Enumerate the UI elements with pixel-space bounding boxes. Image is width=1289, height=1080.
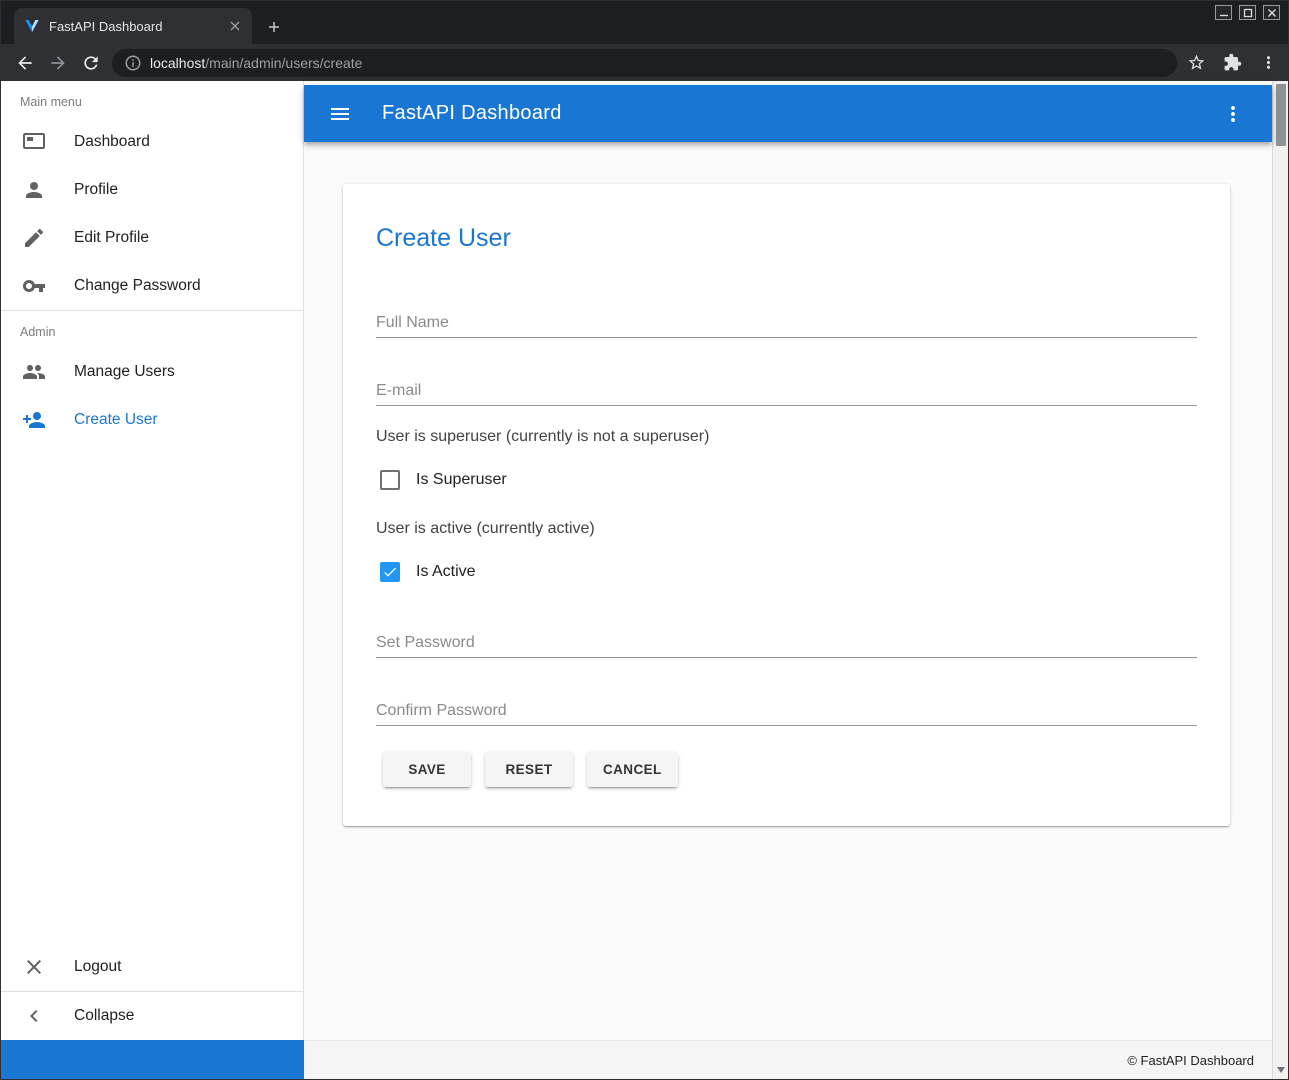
browser-titlebar: FastAPI Dashboard bbox=[0, 0, 1289, 44]
sidebar-item-label: Profile bbox=[74, 181, 118, 199]
scrollbar-down-arrow[interactable] bbox=[1277, 1067, 1285, 1073]
sidebar-item-logout[interactable]: Logout bbox=[0, 943, 303, 991]
maximize-button[interactable] bbox=[1239, 5, 1256, 20]
email-input[interactable] bbox=[376, 376, 1197, 406]
browser-menu-icon[interactable] bbox=[1253, 48, 1283, 78]
page-content: Create User User is superuser (currently… bbox=[304, 142, 1272, 1040]
forward-button[interactable] bbox=[43, 48, 73, 78]
create-user-card: Create User User is superuser (currently… bbox=[343, 184, 1230, 826]
extensions-icon[interactable] bbox=[1217, 48, 1247, 78]
sidebar-section-admin: Admin bbox=[0, 311, 303, 348]
sidebar-item-change-password[interactable]: Change Password bbox=[0, 262, 303, 310]
sidebar-item-edit-profile[interactable]: Edit Profile bbox=[0, 214, 303, 262]
superuser-hint: User is superuser (currently is not a su… bbox=[376, 428, 709, 446]
dashboard-icon bbox=[22, 130, 46, 154]
toolbar-right bbox=[1175, 44, 1283, 81]
close-button[interactable] bbox=[1263, 5, 1280, 20]
chevron-left-icon bbox=[22, 1004, 46, 1028]
scrollbar[interactable] bbox=[1272, 81, 1288, 1079]
people-icon bbox=[22, 360, 46, 384]
reset-button[interactable]: RESET bbox=[485, 752, 573, 787]
url-text: localhost/main/admin/users/create bbox=[150, 55, 362, 71]
page-title: Create User bbox=[376, 224, 511, 253]
sidebar-item-label: Collapse bbox=[74, 1007, 134, 1025]
superuser-checkbox-row: Is Superuser bbox=[380, 470, 507, 490]
cancel-button[interactable]: CANCEL bbox=[587, 752, 678, 787]
is-superuser-label: Is Superuser bbox=[416, 471, 507, 489]
set-password-input[interactable] bbox=[376, 628, 1197, 658]
url-host: localhost bbox=[150, 55, 205, 71]
app-menu-dots-icon[interactable] bbox=[1221, 102, 1245, 126]
sidebar-item-label: Create User bbox=[74, 411, 158, 429]
confirm-password-input[interactable] bbox=[376, 696, 1197, 726]
pencil-icon bbox=[22, 226, 46, 250]
person-add-icon bbox=[22, 408, 46, 432]
sidebar-item-label: Manage Users bbox=[74, 363, 175, 381]
sidebar-spacer bbox=[0, 444, 303, 943]
site-info-icon[interactable] bbox=[124, 54, 142, 72]
is-active-checkbox[interactable] bbox=[380, 562, 400, 582]
sidebar-item-dashboard[interactable]: Dashboard bbox=[0, 118, 303, 166]
sidebar-item-collapse[interactable]: Collapse bbox=[0, 992, 303, 1040]
save-button[interactable]: SAVE bbox=[383, 752, 471, 787]
main-viewport: FastAPI Dashboard Create User User is su… bbox=[304, 81, 1272, 1040]
new-tab-button[interactable] bbox=[262, 15, 286, 39]
sidebar: Main menu Dashboard Profile Edit Profile… bbox=[0, 81, 304, 1040]
minimize-button[interactable] bbox=[1215, 5, 1232, 20]
address-bar[interactable]: localhost/main/admin/users/create bbox=[112, 49, 1177, 77]
window-controls bbox=[1215, 5, 1280, 20]
app-bar-title: FastAPI Dashboard bbox=[382, 102, 562, 125]
is-superuser-checkbox[interactable] bbox=[380, 470, 400, 490]
footer-copyright: © FastAPI Dashboard bbox=[1127, 1053, 1254, 1068]
reload-button[interactable] bbox=[76, 48, 106, 78]
sidebar-section-main-menu: Main menu bbox=[0, 81, 303, 118]
tab-title: FastAPI Dashboard bbox=[49, 19, 226, 34]
browser-tab[interactable]: FastAPI Dashboard bbox=[14, 8, 252, 44]
back-button[interactable] bbox=[10, 48, 40, 78]
url-path: /main/admin/users/create bbox=[205, 55, 362, 71]
sidebar-item-label: Dashboard bbox=[74, 133, 150, 151]
hamburger-menu-icon[interactable] bbox=[328, 102, 352, 126]
browser-toolbar: localhost/main/admin/users/create bbox=[0, 44, 1289, 81]
footer-accent-bar bbox=[0, 1040, 304, 1079]
sidebar-item-create-user[interactable]: Create User bbox=[0, 396, 303, 444]
app-bar: FastAPI Dashboard bbox=[304, 85, 1272, 142]
sidebar-item-profile[interactable]: Profile bbox=[0, 166, 303, 214]
key-icon bbox=[22, 274, 46, 298]
person-icon bbox=[22, 178, 46, 202]
sidebar-item-label: Edit Profile bbox=[74, 229, 149, 247]
scrollbar-thumb[interactable] bbox=[1276, 84, 1286, 146]
logout-x-icon bbox=[22, 955, 46, 979]
full-name-input[interactable] bbox=[376, 308, 1197, 338]
active-checkbox-row: Is Active bbox=[380, 562, 476, 582]
vuetify-logo-icon bbox=[24, 18, 40, 34]
active-hint: User is active (currently active) bbox=[376, 520, 595, 538]
sidebar-item-manage-users[interactable]: Manage Users bbox=[0, 348, 303, 396]
bookmark-star-icon[interactable] bbox=[1181, 48, 1211, 78]
sidebar-item-label: Logout bbox=[74, 958, 121, 976]
is-active-label: Is Active bbox=[416, 563, 476, 581]
form-buttons: SAVE RESET CANCEL bbox=[383, 752, 692, 787]
sidebar-item-label: Change Password bbox=[74, 277, 201, 295]
footer: © FastAPI Dashboard bbox=[304, 1040, 1272, 1079]
tab-close-icon[interactable] bbox=[226, 17, 244, 35]
